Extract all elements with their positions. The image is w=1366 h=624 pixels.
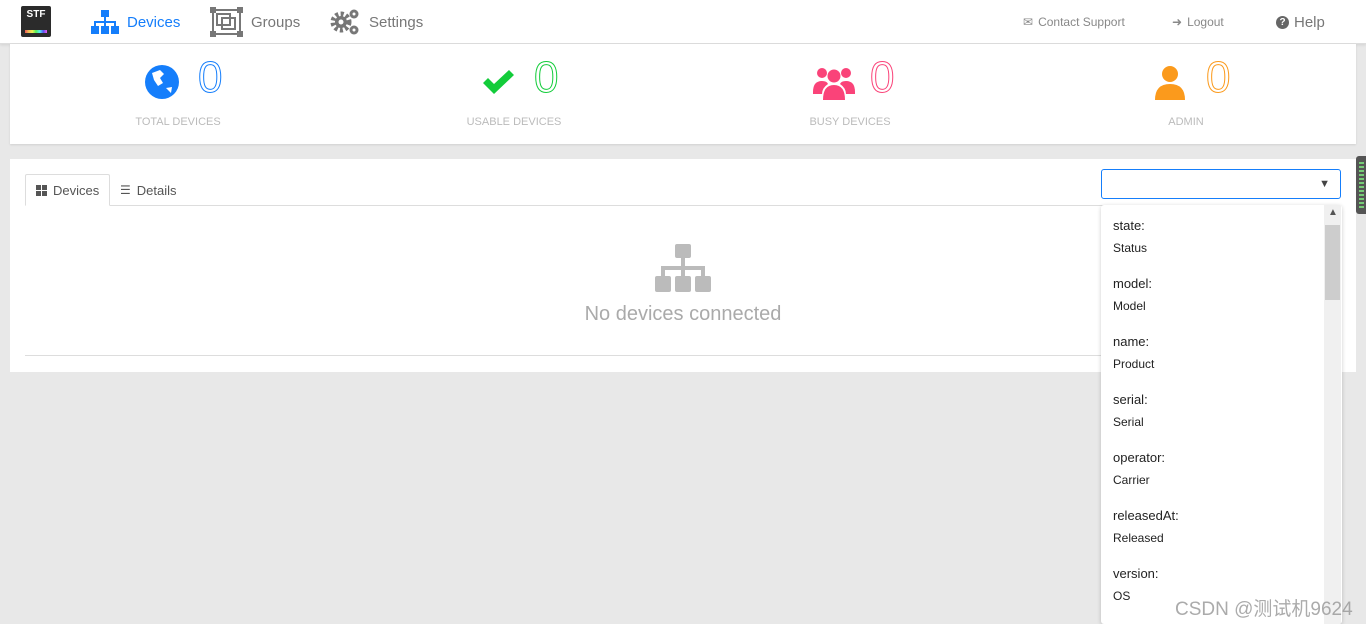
option-key: state: (1113, 218, 1145, 233)
sign-out-icon: ➜ (1172, 15, 1183, 29)
option-key: releasedAt: (1113, 508, 1179, 523)
sitemap-icon (655, 244, 711, 292)
stat-value: 0 (197, 53, 223, 102)
top-navbar: STF Devices Groups Settings ✉ Contact Sup… (0, 0, 1366, 44)
stat-label: USABLE DEVICES (466, 116, 562, 128)
stat-label: ADMIN (1168, 116, 1204, 128)
option-label: Model (1113, 299, 1146, 313)
users-icon (813, 68, 855, 100)
stat-busy-devices: 0 BUSY DEVICES (682, 44, 1018, 144)
envelope-icon: ✉ (1023, 15, 1034, 29)
dropdown-option-model[interactable]: model: Model (1113, 276, 1152, 313)
option-label: Carrier (1113, 473, 1150, 487)
tab-label: Devices (53, 182, 100, 198)
logout-label: Logout (1187, 15, 1224, 29)
dropdown-scrollbar[interactable]: ▲ (1324, 205, 1341, 624)
nav-groups[interactable]: Groups (210, 0, 300, 44)
dropdown-option-version[interactable]: version: OS (1113, 566, 1159, 603)
dropdown-option-name[interactable]: name: Product (1113, 334, 1154, 371)
stat-admin: 0 ADMIN (1018, 44, 1354, 144)
option-key: name: (1113, 334, 1150, 349)
sitemap-icon (91, 10, 119, 34)
nav-label: Devices (127, 13, 181, 31)
option-label: Product (1113, 357, 1155, 371)
side-panel-handle[interactable] (1356, 156, 1366, 214)
stat-label: BUSY DEVICES (809, 116, 891, 128)
column-select[interactable]: ▼ (1101, 169, 1341, 199)
list-icon: ☰ (120, 183, 131, 197)
option-label: OS (1113, 589, 1131, 603)
dropdown-option-operator[interactable]: operator: Carrier (1113, 450, 1165, 487)
watermark: CSDN @测试机9624 (1175, 599, 1353, 620)
tab-devices[interactable]: Devices (25, 174, 111, 206)
scroll-up-icon[interactable]: ▲ (1328, 207, 1338, 218)
dropdown-option-serial[interactable]: serial: Serial (1113, 392, 1148, 429)
logout-link[interactable]: ➜ Logout (1172, 0, 1224, 44)
contact-support-link[interactable]: ✉ Contact Support (1023, 0, 1125, 44)
caret-down-icon: ▼ (1319, 178, 1330, 190)
help-link[interactable]: ? Help (1276, 0, 1325, 44)
stf-logo[interactable]: STF (21, 6, 51, 37)
logo-text: STF (26, 9, 46, 20)
stat-value: 0 (1205, 53, 1231, 102)
dropdown-option-releasedAt[interactable]: releasedAt: Released (1113, 508, 1179, 545)
tab-details[interactable]: ☰ Details (110, 174, 187, 206)
option-label: Serial (1113, 415, 1144, 429)
stat-total-devices: 0 TOTAL DEVICES (10, 44, 346, 144)
stat-value: 0 (533, 53, 559, 102)
scrollbar-thumb[interactable] (1325, 225, 1340, 300)
question-circle-icon: ? (1276, 15, 1289, 29)
nav-label: Groups (251, 13, 301, 31)
nav-settings[interactable]: Settings (330, 0, 423, 44)
stats-panel: 0 TOTAL DEVICES 0 USABLE DEVICES 0 BUSY … (10, 44, 1356, 144)
tab-label: Details (136, 182, 177, 198)
option-key: version: (1113, 566, 1159, 581)
stat-value: 0 (869, 53, 895, 102)
help-label: Help (1294, 13, 1325, 31)
dropdown-option-state[interactable]: state: Status (1113, 218, 1147, 255)
groups-icon (210, 7, 243, 37)
stat-usable-devices: 0 USABLE DEVICES (346, 44, 682, 144)
th-large-icon (36, 184, 47, 196)
column-dropdown: ▲ state: Status model: Model name: Product ser… (1101, 205, 1342, 624)
nav-label: Settings (369, 13, 424, 31)
option-label: Status (1113, 241, 1148, 255)
gears-icon (330, 9, 359, 35)
option-label: Released (1113, 531, 1164, 545)
option-key: serial: (1113, 392, 1148, 407)
check-icon (483, 70, 514, 94)
globe-icon (145, 65, 179, 99)
contact-label: Contact Support (1038, 15, 1125, 29)
stat-label: TOTAL DEVICES (135, 116, 221, 128)
option-key: operator: (1113, 450, 1166, 465)
option-key: model: (1113, 276, 1153, 291)
user-icon (1155, 66, 1185, 100)
nav-devices[interactable]: Devices (91, 0, 180, 44)
